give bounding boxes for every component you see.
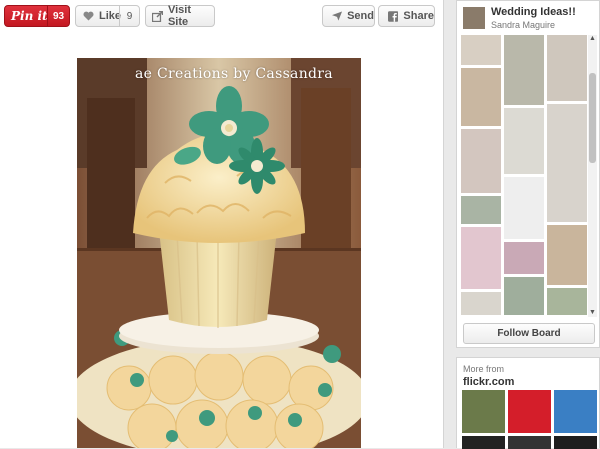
- pin-image[interactable]: ae Creations by Cassandra: [77, 58, 361, 448]
- board-pin-thumb[interactable]: [504, 108, 544, 174]
- board-owner[interactable]: Sandra Maguire: [491, 20, 555, 30]
- cupcake-cake-photo: [77, 58, 361, 448]
- external-link-icon: [152, 10, 163, 22]
- pin-closeup: Pin it 93 Like 9 Visit Site Send Share a…: [0, 0, 444, 448]
- more-from-source[interactable]: flickr.com: [463, 376, 514, 388]
- heart-icon: [83, 11, 94, 21]
- board-pin-thumb[interactable]: [504, 277, 544, 315]
- board-pin-thumb[interactable]: [547, 288, 587, 315]
- source-pin-thumb[interactable]: [462, 436, 505, 449]
- share-button[interactable]: Share: [378, 5, 435, 27]
- follow-board-button[interactable]: Follow Board: [463, 323, 595, 344]
- source-pin-thumb[interactable]: [554, 390, 597, 433]
- pin-it-label: Pin it: [11, 9, 48, 23]
- source-pin-thumb[interactable]: [508, 436, 551, 449]
- board-scrollbar[interactable]: ▲ ▼: [588, 35, 597, 317]
- board-pin-thumb[interactable]: [504, 242, 544, 274]
- visit-site-button[interactable]: Visit Site: [145, 4, 215, 28]
- sidebar: Wedding Ideas!! Sandra Maguire ▲ ▼ Follo…: [456, 0, 600, 449]
- board-pin-thumb[interactable]: [547, 35, 587, 101]
- board-pin-thumb[interactable]: [504, 177, 544, 239]
- board-avatar[interactable]: [463, 7, 485, 29]
- like-count: 9: [119, 6, 139, 26]
- source-pin-thumb[interactable]: [554, 436, 597, 449]
- pin-action-toolbar: Pin it 93 Like 9 Visit Site Send Share: [0, 0, 443, 34]
- board-pin-thumb[interactable]: [461, 227, 501, 289]
- photo-watermark: ae Creations by Cassandra: [135, 66, 333, 82]
- scrollbar-thumb[interactable]: [589, 73, 596, 163]
- visit-site-label: Visit Site: [167, 4, 191, 28]
- board-title[interactable]: Wedding Ideas!!: [491, 6, 576, 18]
- board-card: Wedding Ideas!! Sandra Maguire ▲ ▼ Follo…: [456, 0, 600, 348]
- send-button[interactable]: Send: [322, 5, 375, 27]
- paper-plane-icon: [332, 11, 343, 21]
- send-label: Send: [347, 10, 374, 22]
- scroll-up-arrow-icon[interactable]: ▲: [589, 35, 596, 43]
- board-pin-thumb[interactable]: [547, 225, 587, 285]
- board-pin-thumb[interactable]: [461, 129, 501, 193]
- pin-count: 93: [47, 6, 69, 26]
- board-pin-grid: [461, 35, 587, 315]
- board-pin-thumb[interactable]: [504, 35, 544, 105]
- more-from-label: More from: [463, 364, 505, 374]
- share-label: Share: [403, 10, 434, 22]
- board-pin-thumb[interactable]: [461, 292, 501, 315]
- source-pin-thumb[interactable]: [462, 390, 505, 433]
- like-label: Like: [99, 10, 122, 22]
- pin-it-button[interactable]: Pin it 93: [4, 5, 70, 27]
- board-pin-thumb[interactable]: [547, 104, 587, 222]
- facebook-icon: [388, 10, 399, 22]
- board-pin-thumb[interactable]: [461, 68, 501, 126]
- like-button[interactable]: Like 9: [75, 5, 140, 27]
- scroll-down-arrow-icon[interactable]: ▼: [589, 309, 596, 317]
- more-from-source-card: More from flickr.com: [456, 357, 600, 449]
- source-pin-thumb[interactable]: [508, 390, 551, 433]
- board-pin-thumb[interactable]: [461, 35, 501, 65]
- board-pin-thumb[interactable]: [461, 196, 501, 224]
